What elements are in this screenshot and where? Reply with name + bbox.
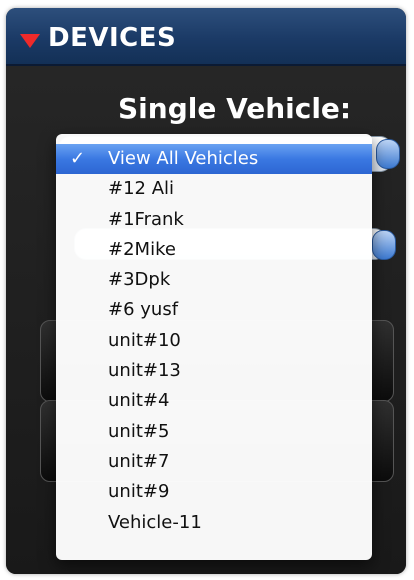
menu-item-vehicle-11[interactable]: Vehicle-11 xyxy=(56,508,372,538)
popup-arrows-icon[interactable] xyxy=(376,139,400,169)
menu-item-label: #1Frank xyxy=(108,208,184,230)
menu-item-unit10[interactable]: unit#10 xyxy=(56,326,372,356)
menu-item-unit4[interactable]: unit#4 xyxy=(56,386,372,416)
menu-item-label: unit#4 xyxy=(108,390,170,412)
checkmark-icon: ✓ xyxy=(70,148,86,169)
panel-title: DEVICES xyxy=(48,23,177,53)
single-vehicle-label: Single Vehicle: xyxy=(118,92,352,125)
triangle-down-icon[interactable] xyxy=(20,34,40,48)
menu-item-label: #6 yusf xyxy=(108,299,179,321)
menu-item-label: View All Vehicles xyxy=(108,148,259,169)
menu-item-2mike[interactable]: #2Mike xyxy=(56,235,372,265)
menu-item-6-yusf[interactable]: #6 yusf xyxy=(56,295,372,325)
menu-item-label: Vehicle-11 xyxy=(108,511,202,533)
menu-item-1frank[interactable]: #1Frank xyxy=(56,205,372,235)
menu-item-label: #12 Ali xyxy=(108,178,175,200)
menu-item-unit5[interactable]: unit#5 xyxy=(56,417,372,447)
menu-item-label: unit#7 xyxy=(108,450,170,472)
menu-item-view-all-vehicles[interactable]: ✓ View All Vehicles xyxy=(56,144,372,175)
menu-item-label: unit#10 xyxy=(108,329,181,351)
menu-item-label: #2Mike xyxy=(108,238,176,260)
menu-item-label: unit#9 xyxy=(108,481,170,503)
panel-title-bar[interactable]: DEVICES xyxy=(6,8,406,66)
menu-item-label: unit#13 xyxy=(108,360,181,382)
menu-item-unit9[interactable]: unit#9 xyxy=(56,477,372,507)
devices-panel: DEVICES Single Vehicle: ✓ View All Vehicl… xyxy=(6,8,406,574)
menu-item-unit7[interactable]: unit#7 xyxy=(56,447,372,477)
menu-item-3dpk[interactable]: #3Dpk xyxy=(56,265,372,295)
menu-item-label: unit#5 xyxy=(108,420,170,442)
menu-item-12-ali[interactable]: #12 Ali xyxy=(56,174,372,204)
menu-item-label: #3Dpk xyxy=(108,269,171,291)
date-stepper-icon[interactable] xyxy=(372,230,396,260)
vehicle-dropdown-menu[interactable]: ✓ View All Vehicles #12 Ali #1Frank #2Mik… xyxy=(56,134,372,560)
menu-item-unit13[interactable]: unit#13 xyxy=(56,356,372,386)
